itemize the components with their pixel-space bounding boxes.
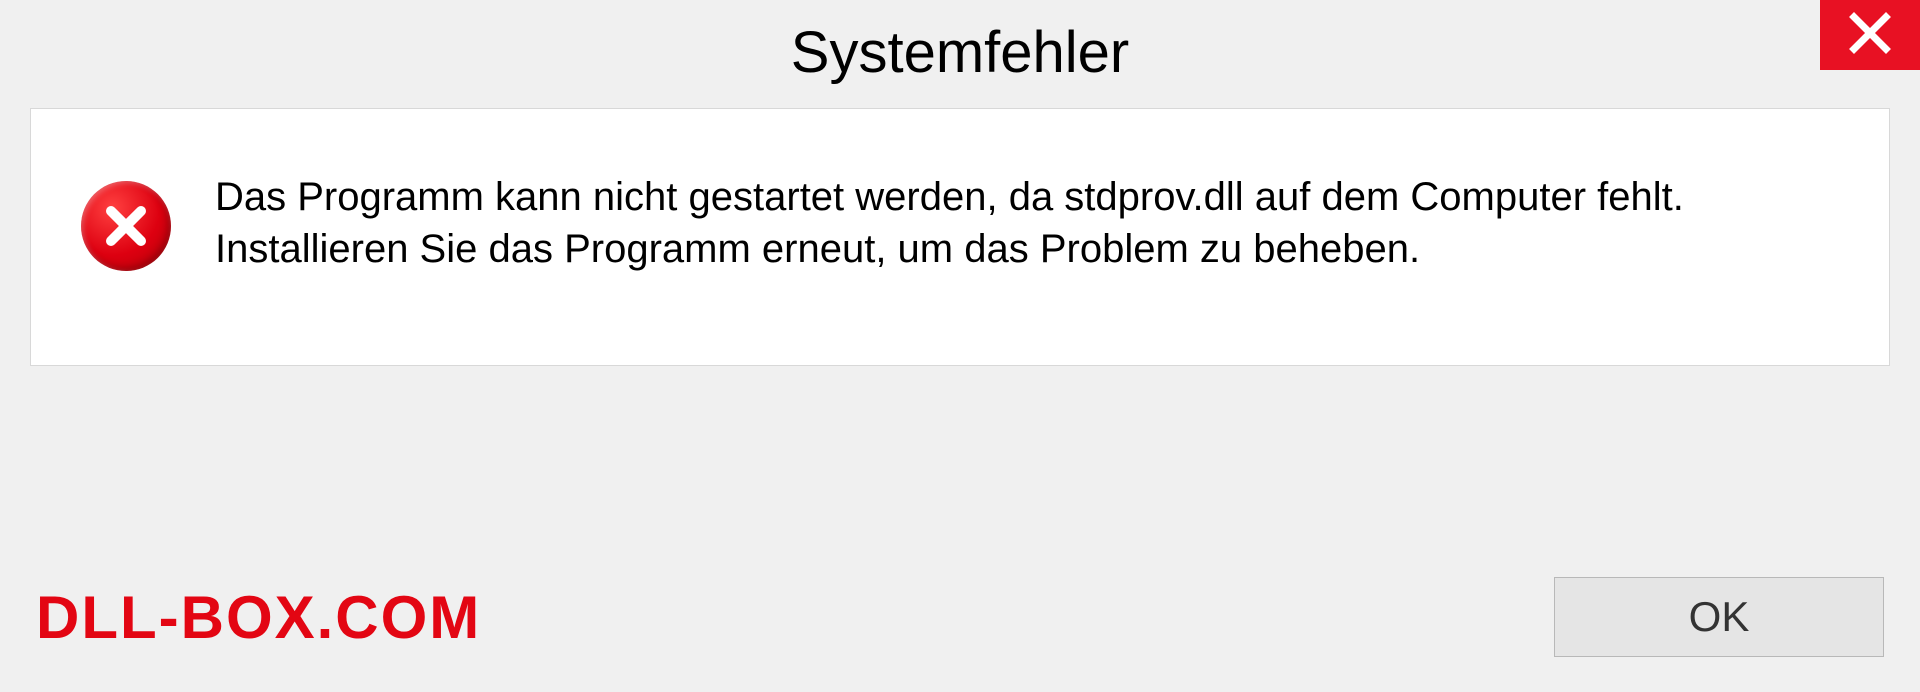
error-dialog: Systemfehler Das Programm kann nicht ges…	[0, 0, 1920, 692]
dialog-footer: DLL-BOX.COM OK	[0, 577, 1920, 657]
title-bar: Systemfehler	[0, 0, 1920, 90]
ok-button[interactable]: OK	[1554, 577, 1884, 657]
ok-button-label: OK	[1689, 593, 1750, 641]
dialog-content: Das Programm kann nicht gestartet werden…	[30, 108, 1890, 366]
close-button[interactable]	[1820, 0, 1920, 70]
close-icon	[1848, 11, 1892, 60]
error-icon-container	[81, 181, 171, 271]
watermark-text: DLL-BOX.COM	[36, 583, 481, 652]
error-icon	[81, 181, 171, 271]
error-message: Das Programm kann nicht gestartet werden…	[215, 171, 1839, 275]
dialog-title: Systemfehler	[791, 19, 1129, 86]
